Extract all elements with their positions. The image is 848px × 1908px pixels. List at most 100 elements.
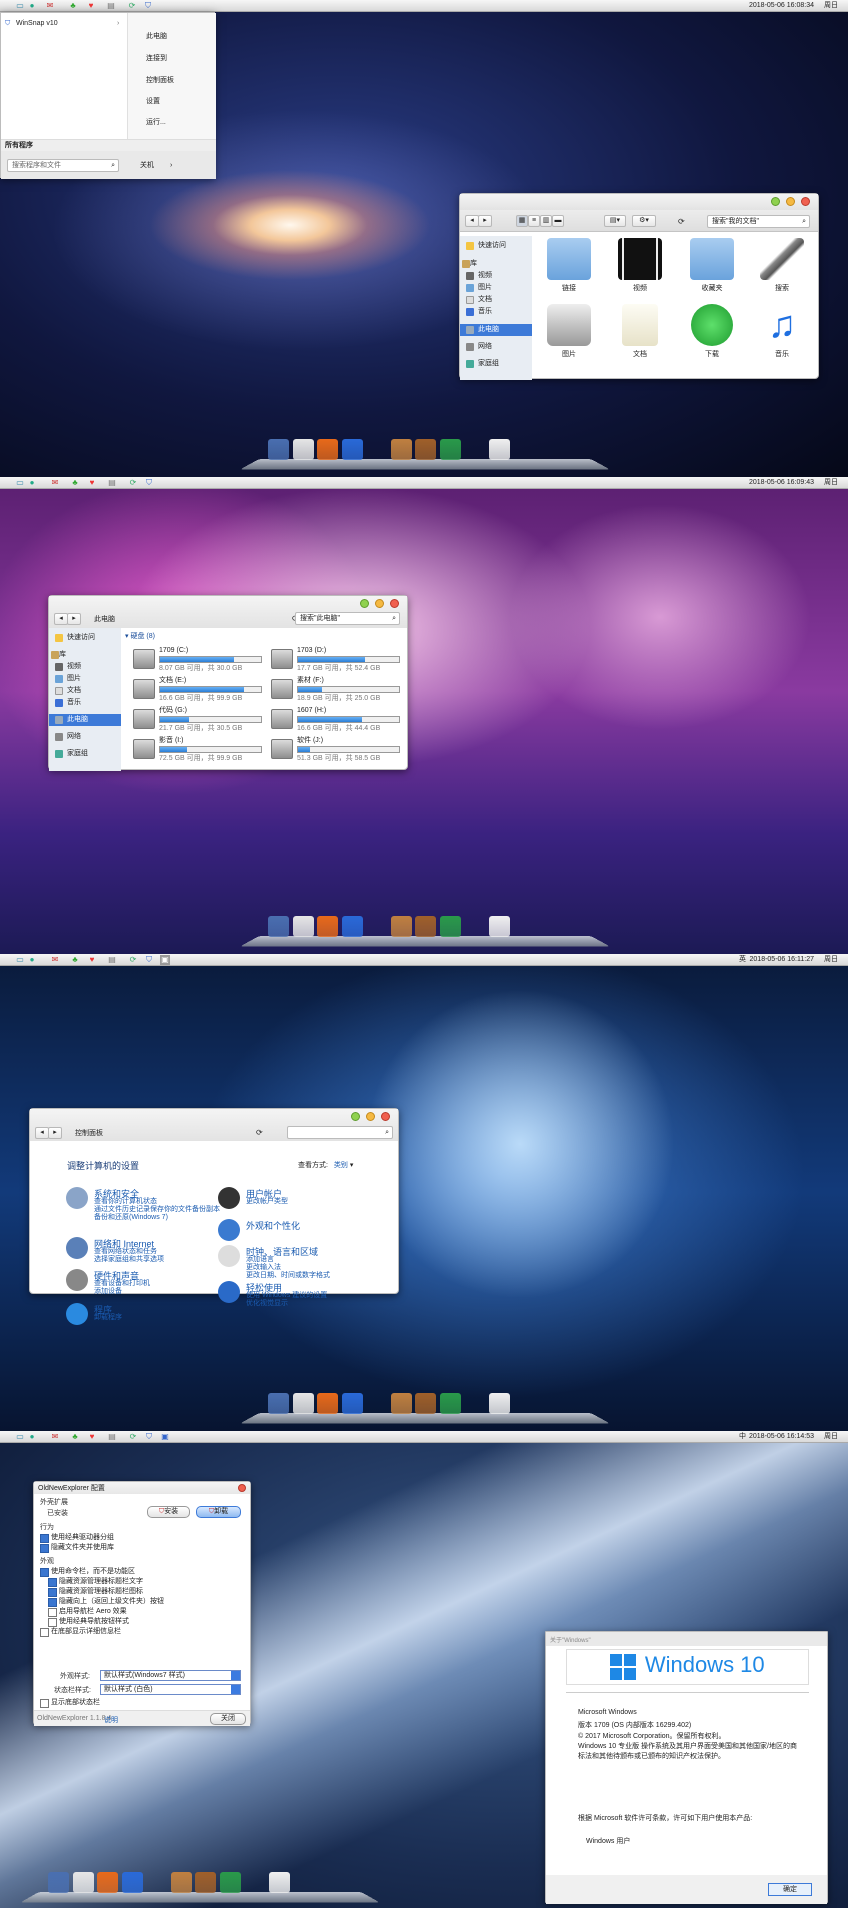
cp-category-title[interactable]: 外观和个性化 bbox=[246, 1219, 300, 1232]
firefox-icon[interactable] bbox=[317, 439, 338, 460]
start-item-connect[interactable]: 连接到 bbox=[146, 53, 167, 63]
drive-item[interactable]: 1607 (H:) 16.6 GB 可用，共 44.4 GB bbox=[271, 706, 406, 736]
view-by[interactable]: 查看方式: 类别 ▾ bbox=[298, 1160, 353, 1170]
refresh-icon[interactable]: ⟳ bbox=[128, 478, 138, 488]
close-button[interactable] bbox=[390, 599, 399, 608]
calculator-icon[interactable] bbox=[513, 916, 534, 937]
sidebar-item-docs[interactable]: 文档 bbox=[460, 294, 532, 306]
checkbox-appearance-option[interactable]: 启用导航栏 Aero 效果 bbox=[48, 1607, 127, 1617]
sidebar-item-quick-access[interactable]: 快速访问 bbox=[49, 632, 121, 644]
folder-downloads[interactable]: 下载 bbox=[684, 304, 740, 359]
pen-icon[interactable] bbox=[488, 439, 510, 460]
sidebar-item-video[interactable]: 视频 bbox=[460, 270, 532, 282]
safari-icon[interactable] bbox=[366, 1393, 387, 1414]
safari-icon[interactable] bbox=[366, 916, 387, 937]
dvd-icon[interactable] bbox=[318, 1872, 339, 1893]
window-icon[interactable]: ▣ bbox=[160, 1432, 170, 1442]
itunes-icon[interactable] bbox=[439, 1393, 461, 1414]
calendar-icon[interactable] bbox=[292, 916, 314, 937]
gear-icon[interactable]: ⚙▾ bbox=[632, 215, 656, 227]
doc-icon[interactable]: ▤ bbox=[107, 478, 117, 488]
folder-pictures[interactable]: 图片 bbox=[541, 304, 597, 359]
pinned-item[interactable]: ⛉ WinSnap v10 › bbox=[4, 19, 124, 29]
heart-icon[interactable]: ♥ bbox=[87, 478, 97, 488]
apple-icon[interactable] bbox=[3, 478, 13, 488]
maximize-button[interactable] bbox=[351, 1112, 360, 1121]
heart-icon[interactable]: ♥ bbox=[86, 1, 96, 11]
refresh-icon[interactable]: ⟳ bbox=[678, 217, 685, 226]
sidebar-item-video[interactable]: 视频 bbox=[49, 661, 121, 673]
clapper-icon[interactable] bbox=[121, 1872, 143, 1893]
drive-icon[interactable] bbox=[390, 1393, 412, 1414]
clock[interactable]: 2018-05-06 16:08:34 bbox=[694, 1, 814, 11]
cp-category-link[interactable]: 备份和还原(Windows 7) bbox=[94, 1214, 168, 1222]
checkbox-appearance-option[interactable]: 在底部显示详细信息栏 bbox=[40, 1627, 121, 1637]
calculator-icon[interactable] bbox=[513, 1393, 534, 1414]
screen-icon[interactable]: ▭ bbox=[15, 478, 25, 488]
calendar-icon[interactable] bbox=[72, 1872, 94, 1893]
book-icon[interactable] bbox=[415, 916, 436, 937]
mail-icon[interactable]: ✉ bbox=[50, 955, 60, 965]
mail-icon[interactable]: ✉ bbox=[50, 478, 60, 488]
status-style-select[interactable]: 默认样式 (白色) bbox=[100, 1684, 241, 1695]
back-button[interactable]: ◂ bbox=[35, 1127, 49, 1139]
sidebar-item-docs[interactable]: 文档 bbox=[49, 685, 121, 697]
clapper-icon[interactable] bbox=[341, 439, 363, 460]
cp-category-link[interactable]: 查看网络状态和任务 bbox=[94, 1248, 157, 1256]
pen-icon[interactable] bbox=[488, 916, 510, 937]
chat-icon[interactable]: ● bbox=[27, 478, 37, 488]
title-bar[interactable]: OldNewExplorer 配置 bbox=[34, 1482, 250, 1494]
refresh-icon[interactable]: ⟳ bbox=[128, 1432, 138, 1442]
checkbox-appearance-option[interactable]: 隐藏资源管理器标题栏文字 bbox=[48, 1577, 143, 1587]
drive-item[interactable]: 素材 (F:) 18.9 GB 可用，共 25.0 GB bbox=[271, 676, 406, 706]
sidebar-item-pc[interactable]: 此电脑 bbox=[460, 324, 532, 336]
dvd-icon[interactable] bbox=[538, 916, 559, 937]
shield-icon[interactable]: ⛉ bbox=[144, 955, 154, 965]
start-search-input[interactable]: 搜索程序和文件 ⌕ bbox=[7, 159, 119, 172]
start-item-pc[interactable]: 此电脑 bbox=[146, 31, 167, 41]
sidebar-item-homegroup[interactable]: 家庭组 bbox=[49, 748, 121, 760]
sidebar-item-pictures[interactable]: 图片 bbox=[460, 282, 532, 294]
maximize-button[interactable] bbox=[360, 599, 369, 608]
trash-icon[interactable] bbox=[342, 1872, 363, 1893]
heart-icon[interactable]: ♥ bbox=[87, 955, 97, 965]
finder-icon[interactable] bbox=[48, 1872, 69, 1893]
title-bar[interactable]: ◂ ▸ 此电脑 ⟳ 搜索"此电脑" ⌕ bbox=[49, 596, 407, 628]
start-item-settings[interactable]: 设置 bbox=[146, 96, 160, 106]
cp-category-link[interactable]: 查看你的计算机状态 bbox=[94, 1198, 157, 1206]
cp-category-link[interactable]: 更改帐户类型 bbox=[246, 1198, 288, 1206]
title-bar[interactable] bbox=[460, 194, 818, 210]
apple-icon[interactable] bbox=[3, 1432, 13, 1442]
refresh-icon[interactable]: ⟳ bbox=[256, 1128, 263, 1137]
dvd-icon[interactable] bbox=[538, 439, 559, 460]
sidebar-item-network[interactable]: 网络 bbox=[49, 731, 121, 743]
heart-icon[interactable]: ♥ bbox=[87, 1432, 97, 1442]
calendar-icon[interactable] bbox=[292, 1393, 314, 1414]
chat-icon[interactable]: ● bbox=[27, 955, 37, 965]
minimize-button[interactable] bbox=[786, 197, 795, 206]
drive-item[interactable]: 软件 (J:) 51.3 GB 可用，共 58.5 GB bbox=[271, 736, 406, 766]
view-list-button[interactable]: ≡ bbox=[528, 215, 540, 227]
folder-links[interactable]: 链接 bbox=[541, 238, 597, 293]
doc-icon[interactable]: ▤ bbox=[107, 1432, 117, 1442]
sidebar-item-music[interactable]: 音乐 bbox=[460, 306, 532, 318]
forward-button[interactable]: ▸ bbox=[478, 215, 492, 227]
screen-icon[interactable]: ▭ bbox=[15, 1, 25, 11]
book-icon[interactable] bbox=[415, 439, 436, 460]
minimize-button[interactable] bbox=[375, 599, 384, 608]
mail-icon[interactable]: ✉ bbox=[45, 1, 55, 11]
drive-group-header[interactable]: ▾ 硬盘 (8) bbox=[125, 631, 155, 641]
close-dialog-button[interactable]: 关闭 bbox=[210, 1713, 246, 1725]
cp-category-link[interactable]: 添加设备 bbox=[94, 1288, 122, 1296]
firefox-icon[interactable] bbox=[97, 1872, 118, 1893]
clock[interactable]: 2018-05-06 16:11:27 bbox=[694, 955, 814, 965]
flower-icon[interactable]: ♣ bbox=[68, 1, 78, 11]
start-item-control-panel[interactable]: 控制面板 bbox=[146, 75, 174, 85]
start-item-run[interactable]: 运行... bbox=[146, 117, 166, 127]
itunes-icon[interactable] bbox=[439, 916, 461, 937]
screen-icon[interactable]: ▭ bbox=[15, 955, 25, 965]
book-icon[interactable] bbox=[195, 1872, 216, 1893]
title-bar[interactable]: ◂ ▸ 控制面板 ⟳ ⌕ bbox=[30, 1109, 398, 1141]
shield-icon[interactable]: ⛉ bbox=[144, 478, 154, 488]
flower-icon[interactable]: ♣ bbox=[70, 1432, 80, 1442]
